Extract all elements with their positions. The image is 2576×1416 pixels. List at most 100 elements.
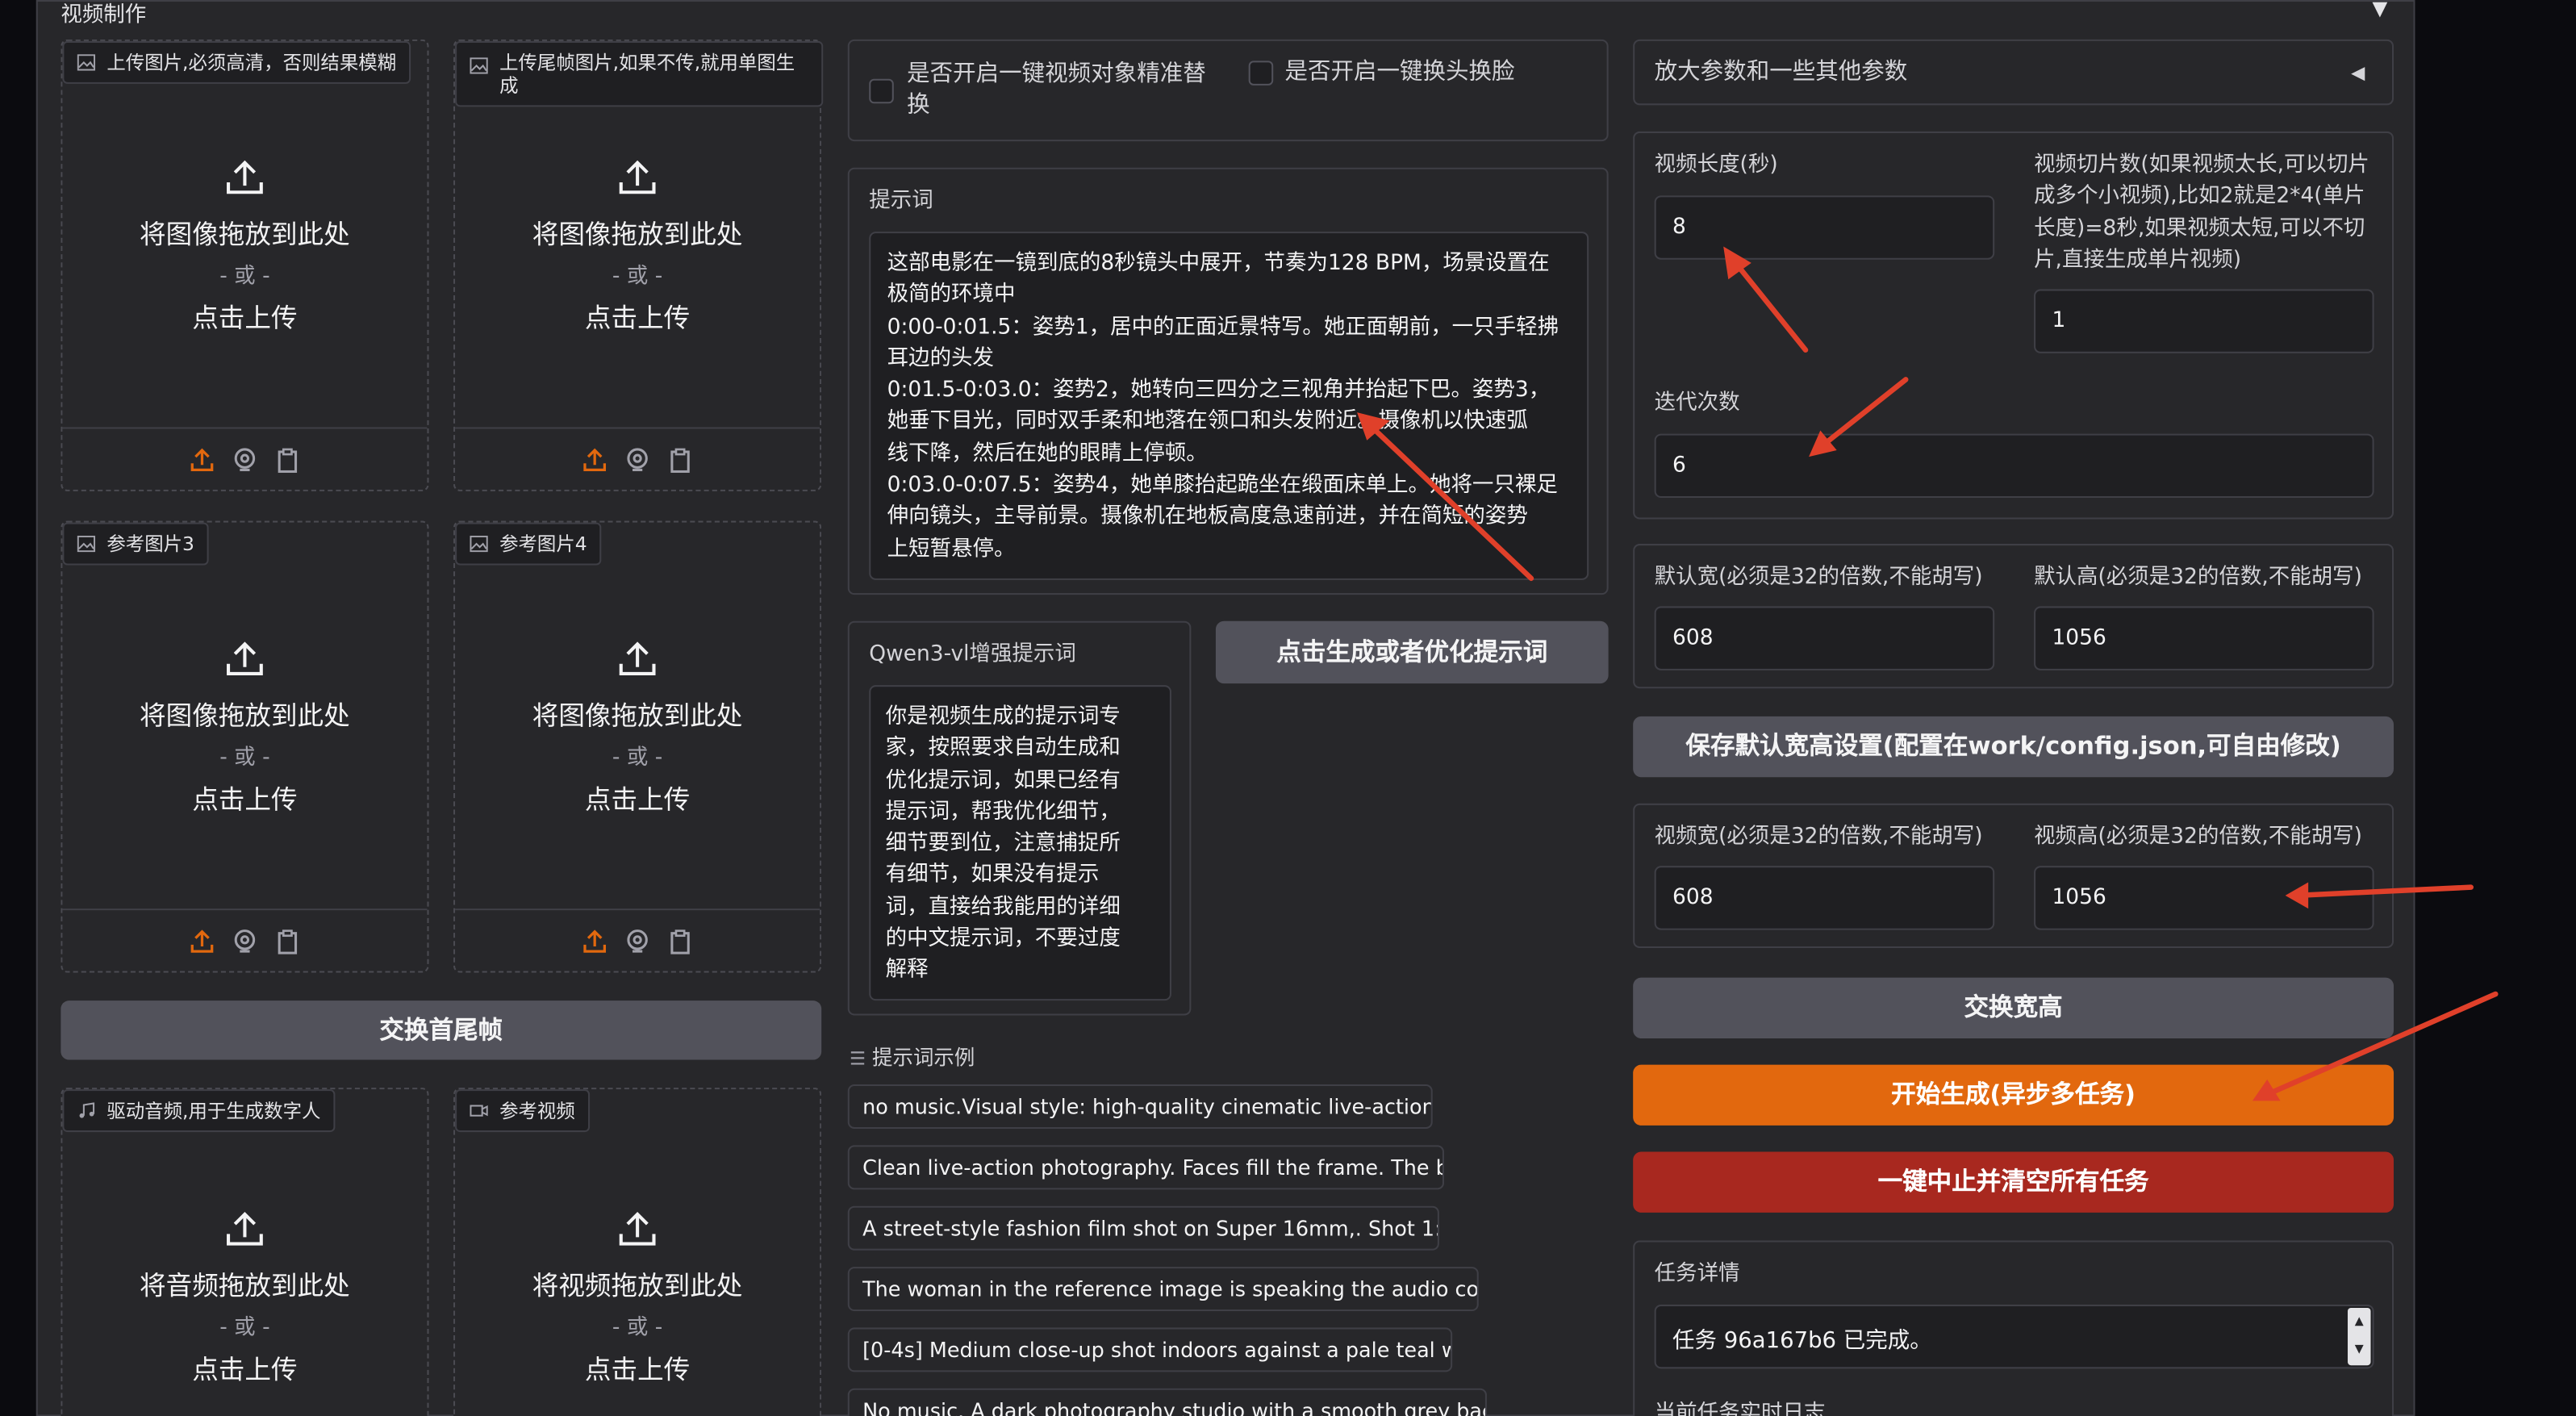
qwen-line: 解释 bbox=[885, 958, 929, 984]
default-height-input[interactable]: 1056 bbox=[2034, 606, 2374, 670]
or-text: - 或 - bbox=[219, 746, 270, 771]
drop-text: 将视频拖放到此处 bbox=[532, 1270, 743, 1301]
upload-first-frame[interactable]: 上传图片,必须高清，否则结果模糊 将图像拖放到此处 - 或 - 点击上传 bbox=[61, 39, 429, 491]
upload-icon bbox=[227, 1212, 263, 1246]
stop-all-tasks-button[interactable]: 一键中止并清空所有任务 bbox=[1633, 1151, 2394, 1213]
dropzone[interactable]: 将音频拖放到此处 - 或 - 点击上传 bbox=[62, 1208, 427, 1387]
clipboard-icon[interactable] bbox=[274, 446, 301, 473]
dropzone[interactable]: 将视频拖放到此处 - 或 - 点击上传 bbox=[455, 1208, 820, 1387]
prompt-line: 这部电影在一镜到底的8秒镜头中展开，节奏为128 BPM，场景设置在 bbox=[887, 251, 1550, 277]
qwen-textarea[interactable]: 你是视频生成的提示词专 家，按照要求自动生成和 优化提示词，如果已经有 提示词，帮我优… bbox=[869, 685, 1171, 1001]
upload-label: 上传图片,必须高清，否则结果模糊 bbox=[62, 40, 411, 84]
params-accordion[interactable]: 放大参数和一些其他参数 ◀ bbox=[1633, 39, 2394, 106]
upload-file-icon[interactable] bbox=[189, 446, 215, 473]
dropzone[interactable]: 将图像拖放到此处 - 或 - 点击上传 bbox=[62, 156, 427, 335]
image-icon bbox=[470, 57, 488, 74]
qwen-line: 家，按照要求自动生成和 bbox=[885, 736, 1121, 762]
webcam-icon[interactable] bbox=[232, 928, 258, 954]
example-item[interactable]: A street-style fashion film shot on Supe… bbox=[847, 1205, 1439, 1251]
section-title[interactable]: 视频制作 bbox=[61, 0, 146, 28]
image-icon bbox=[77, 535, 96, 553]
prompt-line: 上短暂悬停。 bbox=[887, 537, 1016, 562]
clipboard-icon[interactable] bbox=[667, 446, 694, 473]
start-generation-button[interactable]: 开始生成(异步多任务) bbox=[1633, 1064, 2394, 1126]
video-icon bbox=[470, 1105, 488, 1117]
example-item[interactable]: no music.Visual style: high-quality cine… bbox=[847, 1084, 1433, 1130]
prompt-panel: 提示词 这部电影在一镜到底的8秒镜头中展开，节奏为128 BPM，场景设置在 极简… bbox=[847, 167, 1609, 595]
prompt-line: 极简的环境中 bbox=[887, 282, 1016, 308]
video-width-label: 视频宽(必须是32的倍数,不能胡写) bbox=[1654, 825, 1983, 850]
task-panel: 任务详情 任务 96a167b6 已完成。 ▲ ▼ 当前任务实时日志 bbox=[1633, 1240, 2394, 1416]
collapse-icon[interactable]: ◀ bbox=[2351, 57, 2365, 89]
example-item[interactable]: No music. A dark photography studio with… bbox=[847, 1388, 1487, 1416]
default-width-label: 默认宽(必须是32的倍数,不能胡写) bbox=[1654, 565, 1983, 591]
default-height-label: 默认高(必须是32的倍数,不能胡写) bbox=[2034, 565, 2362, 591]
upload-source-bar bbox=[62, 427, 428, 489]
precise-replace-checkbox[interactable] bbox=[869, 78, 894, 104]
page: 视频制作 ▼ 上传图片,必须高清，否则结果模糊 将图像拖放到此处 - 或 - 点… bbox=[0, 0, 2576, 1416]
video-height-input[interactable]: 1056 bbox=[2034, 866, 2374, 930]
prompt-label: 提示词 bbox=[869, 189, 933, 214]
video-size-panel: 视频宽(必须是32的倍数,不能胡写) 608 视频高(必须是32的倍数,不能胡写… bbox=[1633, 803, 2394, 949]
prompt-line: 0:03.0-0:07.5：姿势4，她单膝抬起跪坐在缎面床单上。她将一只裸足 bbox=[887, 473, 1558, 499]
upload-icon bbox=[619, 160, 656, 194]
generate-prompt-button[interactable]: 点击生成或者优化提示词 bbox=[1215, 620, 1609, 684]
upload-reference-4[interactable]: 参考图片4 将图像拖放到此处 - 或 - 点击上传 bbox=[453, 520, 822, 973]
qwen-label: Qwen3-vl增强提示词 bbox=[869, 642, 1076, 667]
save-default-size-button[interactable]: 保存默认宽高设置(配置在work/config.json,可自由修改) bbox=[1633, 716, 2394, 778]
qwen-line: 你是视频生成的提示词专 bbox=[885, 704, 1121, 730]
drop-text: 将图像拖放到此处 bbox=[532, 700, 743, 732]
clipboard-icon[interactable] bbox=[667, 928, 694, 954]
live-log-label: 当前任务实时日志 bbox=[1654, 1401, 1826, 1416]
upload-last-frame[interactable]: 上传尾帧图片,如果不传,就用单图生成 将图像拖放到此处 - 或 - 点击上传 bbox=[453, 39, 824, 491]
upload-label: 驱动音频,用于生成数字人 bbox=[62, 1089, 336, 1133]
task-details-textbox[interactable]: 任务 96a167b6 已完成。 bbox=[1654, 1304, 2374, 1369]
drop-text: 将音频拖放到此处 bbox=[140, 1270, 350, 1301]
precise-replace-label[interactable]: 是否开启一键视频对象精准替换 bbox=[907, 59, 1219, 121]
webcam-icon[interactable] bbox=[232, 446, 258, 473]
default-width-input[interactable]: 608 bbox=[1654, 606, 1995, 670]
upload-icon bbox=[619, 1212, 656, 1246]
dropzone[interactable]: 将图像拖放到此处 - 或 - 点击上传 bbox=[62, 637, 427, 817]
drop-text: 将图像拖放到此处 bbox=[140, 218, 350, 250]
scroll-stepper[interactable]: ▲ ▼ bbox=[2348, 1307, 2371, 1366]
upload-file-icon[interactable] bbox=[582, 446, 608, 473]
dropzone[interactable]: 将图像拖放到此处 - 或 - 点击上传 bbox=[455, 156, 820, 335]
clipboard-icon[interactable] bbox=[274, 928, 301, 954]
click-upload-text: 点击上传 bbox=[192, 783, 298, 816]
dropzone[interactable]: 将图像拖放到此处 - 或 - 点击上传 bbox=[455, 637, 820, 817]
webcam-icon[interactable] bbox=[624, 446, 651, 473]
iterations-input[interactable]: 6 bbox=[1654, 433, 2374, 499]
iterations-label: 迭代次数 bbox=[1654, 391, 1740, 416]
swap-frames-button[interactable]: 交换首尾帧 bbox=[61, 1000, 822, 1060]
face-swap-checkbox[interactable] bbox=[1248, 61, 1274, 86]
drop-text: 将图像拖放到此处 bbox=[532, 218, 743, 250]
example-item[interactable]: The woman in the reference image is spea… bbox=[847, 1267, 1479, 1312]
video-length-label: 视频长度(秒) bbox=[1654, 152, 1778, 178]
qwen-line: 词，直接给我能用的详细 bbox=[885, 895, 1121, 920]
example-item[interactable]: [0-4s] Medium close-up shot indoors agai… bbox=[847, 1327, 1453, 1372]
section-collapse-icon[interactable]: ▼ bbox=[2373, 0, 2388, 19]
upload-file-icon[interactable] bbox=[582, 928, 608, 954]
face-swap-label[interactable]: 是否开启一键换头换脸 bbox=[1284, 57, 1514, 89]
prompt-textarea[interactable]: 这部电影在一镜到底的8秒镜头中展开，节奏为128 BPM，场景设置在 极简的环境中… bbox=[869, 232, 1589, 580]
upload-reference-video[interactable]: 参考视频 将视频拖放到此处 - 或 - 点击上传 bbox=[453, 1088, 822, 1416]
click-upload-text: 点击上传 bbox=[192, 1353, 298, 1385]
or-text: - 或 - bbox=[612, 264, 663, 290]
music-icon bbox=[79, 1102, 95, 1118]
example-item[interactable]: Clean live-action photography. Faces fil… bbox=[847, 1145, 1444, 1190]
upload-audio[interactable]: 驱动音频,用于生成数字人 将音频拖放到此处 - 或 - 点击上传 bbox=[61, 1088, 429, 1416]
upload-label: 参考视频 bbox=[455, 1089, 591, 1133]
qwen-line: 提示词，帮我优化细节， bbox=[885, 800, 1121, 825]
webcam-icon[interactable] bbox=[624, 928, 651, 954]
video-length-input[interactable]: 8 bbox=[1654, 195, 1995, 260]
slice-count-input[interactable]: 1 bbox=[2034, 289, 2374, 353]
swap-width-height-button[interactable]: 交换宽高 bbox=[1633, 977, 2394, 1039]
upload-file-icon[interactable] bbox=[189, 928, 215, 954]
upload-reference-3[interactable]: 参考图片3 将图像拖放到此处 - 或 - 点击上传 bbox=[61, 520, 429, 973]
upload-source-bar bbox=[455, 908, 820, 971]
video-width-input[interactable]: 608 bbox=[1654, 866, 1995, 930]
list-icon: ☰ bbox=[849, 1048, 866, 1070]
upload-label: 上传尾帧图片,如果不传,就用单图生成 bbox=[455, 40, 824, 107]
click-upload-text: 点击上传 bbox=[584, 783, 691, 816]
